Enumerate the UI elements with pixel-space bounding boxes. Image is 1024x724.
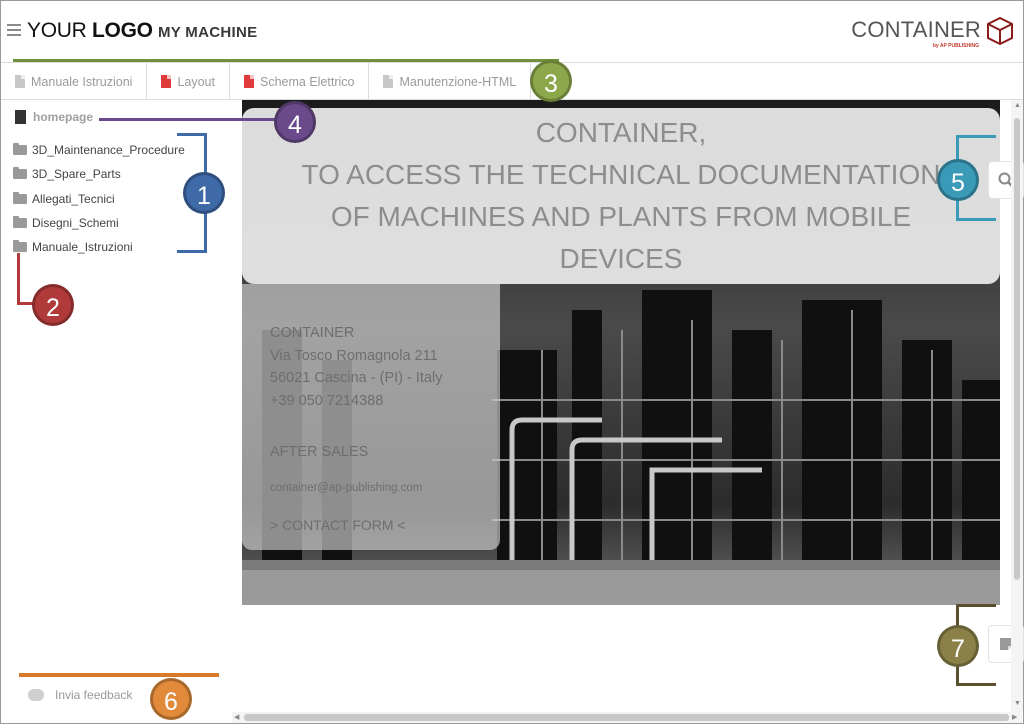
after-sales-heading: AFTER SALES: [270, 444, 369, 460]
folder-tree: 3D_Maintenance_Procedure 3D_Spare_Parts …: [13, 138, 185, 259]
feedback-button[interactable]: Invia feedback: [1, 677, 232, 712]
pdf-icon: [161, 75, 172, 88]
scroll-right-arrow-icon[interactable]: ▶: [1012, 713, 1017, 721]
html-file-icon: [15, 110, 26, 124]
tab-schema-elettrico[interactable]: Schema Elettrico: [230, 63, 370, 100]
homepage-label: homepage: [33, 110, 94, 124]
brand-name: CONTAINER: [851, 17, 981, 42]
horizontal-scrollbar[interactable]: ◀ ▶: [232, 712, 1022, 723]
tab-label: Manuale Istruzioni: [31, 74, 133, 89]
headline: CONTAINER, TO ACCESS THE TECHNICAL DOCUM…: [242, 112, 1000, 280]
callout-1: 1: [183, 172, 225, 214]
callout-6: 6: [150, 678, 192, 720]
folder-item[interactable]: 3D_Maintenance_Procedure: [13, 138, 185, 162]
brand-subtitle: by AP PUBLISHING: [932, 43, 979, 49]
callout-7: 7: [937, 625, 979, 667]
logo-regular: YOUR: [27, 19, 87, 42]
address-city: 56021 Cascina - (PI) - Italy: [270, 370, 443, 386]
tab-manutenzione-html[interactable]: Manutenzione-HTML: [369, 63, 532, 100]
document-icon: [15, 75, 25, 88]
vertical-scrollbar[interactable]: ▲ ▼: [1011, 100, 1023, 712]
document-icon: [383, 75, 394, 88]
logo-bold: LOGO: [92, 19, 153, 42]
folder-item[interactable]: Disegni_Schemi: [13, 211, 185, 235]
vertical-scroll-thumb[interactable]: [1014, 118, 1020, 580]
folder-item[interactable]: Allegati_Tecnici: [13, 187, 185, 211]
callout-4: 4: [274, 101, 316, 143]
document-tabs: Manuale Istruzioni Layout Schema Elettri…: [1, 63, 1023, 100]
folder-label: 3D_Maintenance_Procedure: [32, 143, 185, 158]
contact-panel: CONTAINER Via Tosco Romagnola 211 56021 …: [242, 284, 500, 550]
menu-icon[interactable]: [7, 24, 21, 36]
scroll-up-arrow-icon[interactable]: ▲: [1014, 102, 1021, 109]
pdf-icon: [243, 75, 254, 88]
content-viewer: CONTAINER, TO ACCESS THE TECHNICAL DOCUM…: [242, 100, 1000, 605]
cube-logo-icon: [987, 16, 1013, 46]
headline-line: OF MACHINES AND PLANTS FROM MOBILE: [330, 201, 912, 232]
folder-label: Manuale_Istruzioni: [32, 240, 133, 255]
scroll-left-arrow-icon[interactable]: ◀: [234, 713, 239, 721]
tab-label: Schema Elettrico: [259, 74, 355, 89]
headline-line: DEVICES: [559, 243, 683, 274]
contact-form-link[interactable]: > CONTACT FORM <: [270, 517, 406, 533]
tab-label: Manutenzione-HTML: [399, 74, 517, 89]
callout-5: 5: [937, 159, 979, 201]
folder-icon: [13, 191, 27, 204]
folder-item[interactable]: Manuale_Istruzioni: [13, 235, 185, 259]
feedback-label: Invia feedback: [55, 687, 133, 702]
scroll-down-arrow-icon[interactable]: ▼: [1014, 700, 1021, 707]
app-window: YOUR LOGO MY MACHINE CONTAINER by AP PUB…: [0, 0, 1024, 724]
address-block: CONTAINER Via Tosco Romagnola 211 56021 …: [270, 322, 442, 412]
folder-icon: [13, 216, 27, 229]
tab-layout[interactable]: Layout: [147, 63, 230, 100]
folder-label: Disegni_Schemi: [32, 216, 119, 231]
tab-manuale-istruzioni[interactable]: Manuale Istruzioni: [1, 63, 148, 100]
folder-icon: [13, 167, 27, 180]
machine-title: MY MACHINE: [158, 24, 258, 41]
header: YOUR LOGO MY MACHINE CONTAINER by AP PUB…: [1, 1, 1023, 63]
callout-4-line: [99, 118, 277, 121]
folder-item[interactable]: 3D_Spare_Parts: [13, 162, 185, 186]
callout-2: 2: [32, 284, 74, 326]
tab-label: Layout: [177, 74, 215, 89]
email-link[interactable]: container@ap-publishing.com: [270, 482, 422, 494]
folder-icon: [13, 143, 27, 156]
address-street: Via Tosco Romagnola 211: [270, 347, 438, 364]
headline-line: CONTAINER,: [535, 117, 707, 148]
speech-bubble-icon: [28, 688, 44, 701]
phone-number: +39 050 7214388: [270, 392, 384, 409]
folder-label: Allegati_Tecnici: [32, 191, 115, 206]
folder-label: 3D_Spare_Parts: [32, 167, 121, 182]
callout-3: 3: [530, 60, 572, 102]
folder-icon: [13, 240, 27, 253]
sidebar-item-homepage[interactable]: homepage: [15, 110, 93, 124]
headline-line: TO ACCESS THE TECHNICAL DOCUMENTATION: [301, 159, 941, 190]
logo: YOUR LOGO: [27, 19, 153, 43]
horizontal-scroll-thumb[interactable]: [244, 714, 1009, 721]
company-name: CONTAINER: [270, 325, 355, 341]
